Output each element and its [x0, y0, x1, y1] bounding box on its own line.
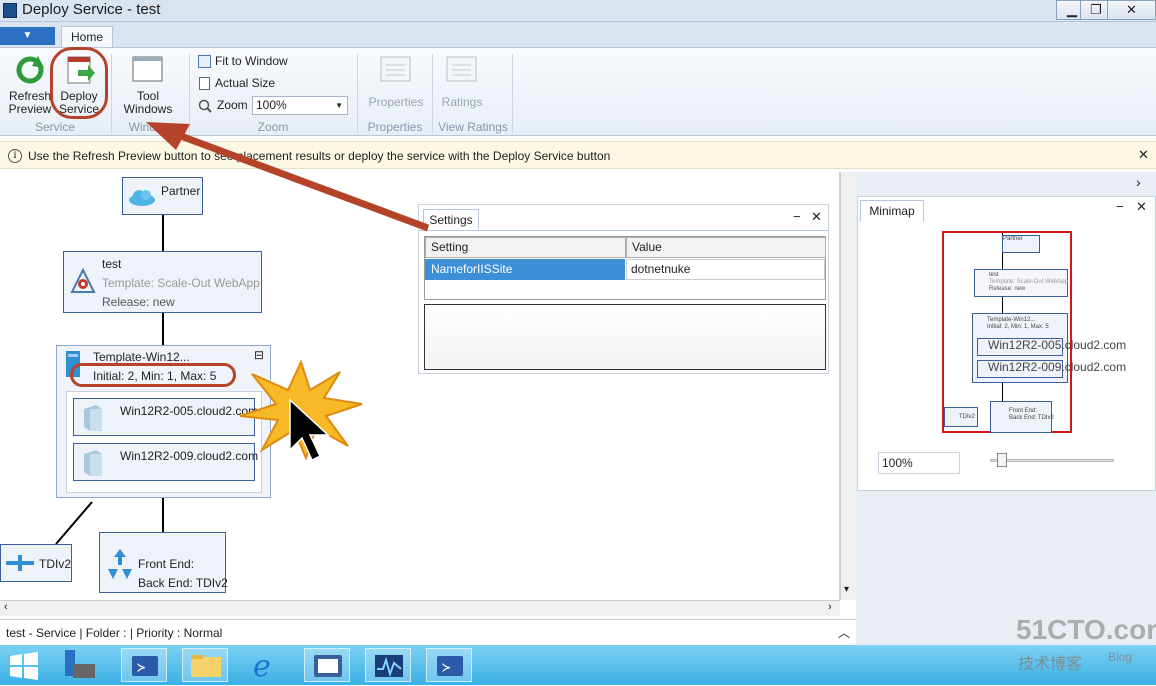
- watermark-logo: 51CTO.com: [1016, 614, 1156, 645]
- minimap-service-release: Release: new: [989, 286, 1026, 292]
- tool-label-line2: Windows: [123, 102, 173, 116]
- actual-size-label: Actual Size: [215, 76, 276, 90]
- minimap-tool-window: Minimap − ✕ Partner test Template: Scale…: [857, 196, 1156, 491]
- magnifier-icon: [198, 99, 212, 113]
- minimap-service: test Template: Scale-Out WebApp Release:…: [974, 269, 1068, 297]
- internet-explorer-icon[interactable]: e: [243, 648, 289, 684]
- vmm-console-icon[interactable]: [304, 648, 350, 682]
- scroll-right-icon[interactable]: ›: [828, 601, 832, 613]
- window-title: Deploy Service - test: [22, 1, 161, 18]
- properties-group-label: Properties: [367, 120, 423, 134]
- properties-button-label: Properties: [368, 95, 424, 109]
- info-message: Use the Refresh Preview button to see pl…: [28, 149, 611, 163]
- info-icon: i: [8, 149, 22, 163]
- tool-window-icon: [132, 56, 163, 82]
- minimap-service-template: Template: Scale-Out WebApp: [989, 279, 1068, 285]
- horizontal-scrollbar[interactable]: ‹ ›: [0, 600, 840, 616]
- minimap-vm: Win12R2-009.cloud2.com: [977, 360, 1126, 378]
- page-icon: [199, 77, 210, 90]
- minimap-tier-counts: Initial: 2, Min: 1, Max: 5: [987, 324, 1049, 330]
- minimap-lb-back: Back End: TDIv2: [1009, 415, 1054, 421]
- status-expand-button[interactable]: ︿: [838, 624, 850, 641]
- designer-canvas[interactable]: Partner test Template: Scale-Out WebApp …: [0, 122, 840, 600]
- watermark-blog: Blog: [1108, 650, 1133, 664]
- zoom-group-label: Zoom: [257, 120, 289, 134]
- zoom-label-wrap: Zoom: [198, 98, 254, 114]
- status-text: test - Service | Folder : | Priority : N…: [6, 626, 223, 640]
- ratings-button-label: Ratings: [441, 95, 483, 109]
- fit-window-icon: [198, 55, 211, 68]
- scroll-down-icon[interactable]: ▾: [844, 584, 849, 595]
- ribbon-tab-strip: [0, 22, 1156, 48]
- ratings-icon: [446, 56, 477, 82]
- service-group-label: Service: [34, 120, 75, 134]
- zoom-select[interactable]: 100% ▼: [252, 96, 348, 115]
- status-bar: test - Service | Folder : | Priority : N…: [0, 619, 856, 645]
- minimap-partner: Partner: [1002, 235, 1040, 253]
- minimap-minimize-button[interactable]: −: [1116, 199, 1124, 214]
- minimap-zoom-track[interactable]: [990, 459, 1114, 462]
- minimap-network: TDIv2: [944, 407, 978, 427]
- powershell-icon[interactable]: ≻: [121, 648, 167, 682]
- tab-home[interactable]: Home: [61, 26, 113, 48]
- minimap-lb-front: Front End:: [1009, 408, 1038, 414]
- fit-to-window-button[interactable]: Fit to Window: [198, 54, 348, 70]
- file-menu-button[interactable]: ▼: [0, 27, 55, 45]
- minimap-close-button[interactable]: ✕: [1136, 199, 1147, 215]
- watermark-subtext: 技术博客: [1018, 654, 1083, 673]
- svg-text:e: e: [253, 649, 271, 682]
- minimap-lb: Front End: Back End: TDIv2: [990, 401, 1054, 433]
- ratings-button[interactable]: Ratings: [436, 52, 488, 118]
- refresh-label-line2: Preview: [8, 102, 52, 116]
- infobar-close-button[interactable]: ✕: [1138, 147, 1149, 163]
- svg-text:≻: ≻: [442, 660, 450, 676]
- properties-button[interactable]: Properties: [364, 52, 428, 118]
- minimap-tier-name: Template-Win12...: [987, 317, 1036, 323]
- minimap-zoom-field[interactable]: 100%: [878, 452, 960, 474]
- taskbar: [0, 645, 1156, 685]
- panel-expand-button[interactable]: ›: [1136, 174, 1141, 190]
- vertical-scrollbar[interactable]: ▾: [840, 172, 856, 600]
- powershell-icon[interactable]: ≻: [426, 648, 472, 682]
- minimap-vm: Win12R2-005.cloud2.com: [977, 338, 1126, 356]
- zoom-select-value: 100%: [256, 98, 287, 112]
- svg-text:≻: ≻: [137, 660, 145, 676]
- minimap-service-name: test: [989, 272, 999, 278]
- zoom-label: Zoom: [217, 98, 248, 112]
- deploy-annotation-circle: [50, 47, 108, 119]
- close-button[interactable]: ✕: [1107, 0, 1156, 20]
- minimap-viewport[interactable]: Partner test Template: Scale-Out WebApp …: [942, 231, 1126, 433]
- refresh-preview-button[interactable]: Refresh Preview: [6, 52, 54, 118]
- chevron-down-icon: ▼: [335, 101, 343, 110]
- refresh-icon: [16, 56, 44, 84]
- properties-icon: [380, 56, 411, 82]
- app-icon: [3, 3, 17, 18]
- view-ratings-group-label: View Ratings: [438, 120, 508, 134]
- ribbon: Refresh Preview Deploy Service Service T…: [0, 47, 1156, 136]
- minimap-zoom-slider-thumb[interactable]: [997, 453, 1008, 467]
- tool-windows-button[interactable]: Tool Windows: [118, 52, 178, 118]
- file-explorer-icon[interactable]: [182, 648, 228, 682]
- ribbon-separator: [512, 54, 513, 134]
- scroll-left-icon[interactable]: ‹: [4, 601, 8, 613]
- server-manager-icon[interactable]: [53, 648, 99, 682]
- title-bar: Deploy Service - test ▁ ❐ ✕: [0, 0, 1156, 22]
- windows-start-icon[interactable]: [8, 652, 40, 680]
- minimap-tier: Template-Win12... Initial: 2, Min: 1, Ma…: [972, 313, 1126, 383]
- performance-monitor-icon[interactable]: [365, 648, 411, 682]
- arrow-annotation-icon: [146, 122, 430, 232]
- actual-size-button[interactable]: Actual Size: [198, 76, 348, 92]
- ribbon-separator: [432, 54, 433, 134]
- minimap-tab[interactable]: Minimap: [860, 200, 924, 222]
- fit-to-window-label: Fit to Window: [215, 54, 288, 68]
